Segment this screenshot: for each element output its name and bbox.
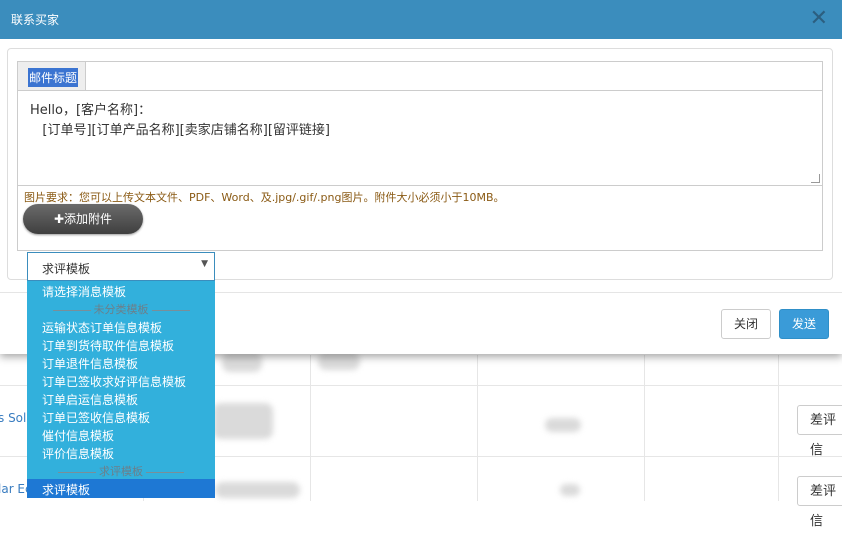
bad-review-button[interactable]: 差评信 [797,476,842,529]
subject-label: 邮件标题 [28,68,79,87]
template-option-selected[interactable]: 求评模板 [42,481,90,498]
blurred-text [213,403,273,439]
table-column-divider [310,355,311,501]
message-form: 邮件标题 Hello，[客户名称]： [订单号][订单产品名称][卖家店铺名称]… [17,61,823,251]
modal-header: 联系买家 ✕ [0,0,842,39]
modal-title: 联系买家 [11,13,60,27]
table-column-divider [644,355,645,501]
close-icon[interactable]: ✕ [810,6,828,32]
template-select[interactable]: 求评模板 ▼ [27,252,215,281]
template-option[interactable]: 请选择消息模板 [42,283,126,300]
attachment-hint: 图片要求：您可以上传文本文件、PDF、Word、及.jpg/.gif/.png图… [24,191,505,204]
template-option[interactable]: 评价信息模板 [42,445,114,462]
template-option[interactable]: 订单已签收求好评信息模板 [42,373,186,390]
group-label-text: 求评模板 [99,465,143,478]
bad-review-button[interactable]: 差评信 [797,405,842,458]
group-label-text: 未分类模板 [93,303,149,316]
close-button[interactable]: 关闭 [721,309,771,339]
send-button[interactable]: 发送 [779,309,829,339]
template-option[interactable]: 催付信息模板 [42,427,114,444]
template-option[interactable]: 运输状态订单信息模板 [42,319,162,336]
chevron-down-icon: ▼ [201,259,208,269]
blurred-text [560,484,580,496]
template-option[interactable]: 订单到货待取件信息模板 [42,337,174,354]
template-group-label: 未分类模板 [27,301,215,317]
message-body-textarea[interactable]: Hello，[客户名称]： [订单号][订单产品名称][卖家店铺名称][留评链接… [18,93,822,186]
blurred-text [545,418,581,432]
template-dropdown-list: 请选择消息模板 未分类模板 运输状态订单信息模板 订单到货待取件信息模板 订单退… [27,281,215,498]
blurred-text [318,352,360,370]
template-option[interactable]: 订单启运信息模板 [42,391,138,408]
subject-row: 邮件标题 [18,62,822,91]
message-body-text: Hello，[客户名称]： [订单号][订单产品名称][卖家店铺名称][留评链接… [30,103,330,138]
blurred-text [222,352,262,372]
resize-handle-icon[interactable] [811,174,820,183]
subject-label-box: 邮件标题 [18,62,86,90]
blurred-text [215,482,300,498]
template-option[interactable]: 订单已签收信息模板 [42,409,150,426]
template-select-value: 求评模板 [42,262,91,276]
table-column-divider [477,355,478,501]
add-attachment-button[interactable]: ✚添加附件 [23,204,143,234]
template-group-label: 求评模板 [27,463,215,479]
subject-input[interactable] [88,64,822,90]
template-option[interactable]: 订单退件信息模板 [42,355,138,372]
table-column-divider [778,355,779,501]
